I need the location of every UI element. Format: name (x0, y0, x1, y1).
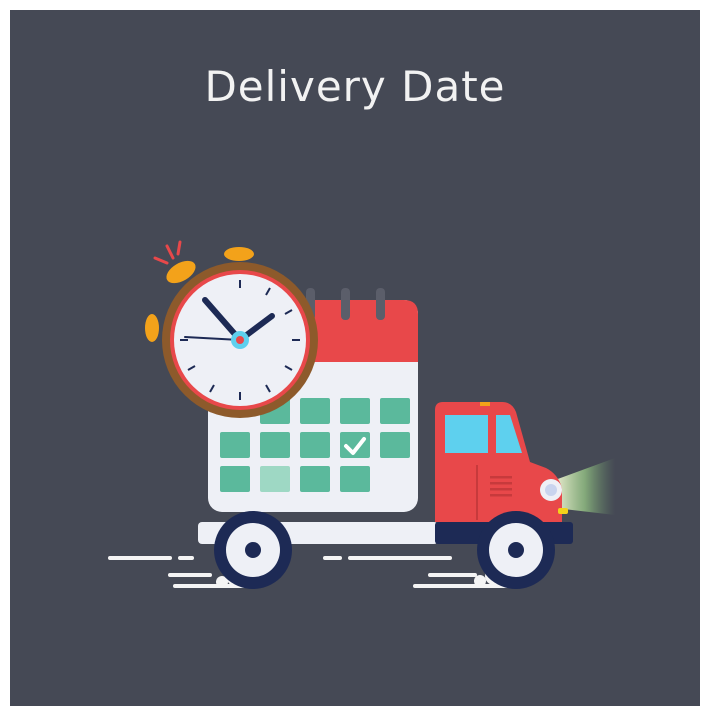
rear-wheel-icon (214, 511, 292, 589)
front-wheel-icon (477, 511, 555, 589)
banner: Delivery Date (10, 10, 700, 706)
delivery-illustration (108, 240, 615, 589)
speed-lines-icon (108, 556, 517, 588)
headlight-beam-icon (555, 458, 615, 515)
truck-cab-icon (435, 402, 568, 522)
alarm-clock-icon (145, 240, 318, 418)
